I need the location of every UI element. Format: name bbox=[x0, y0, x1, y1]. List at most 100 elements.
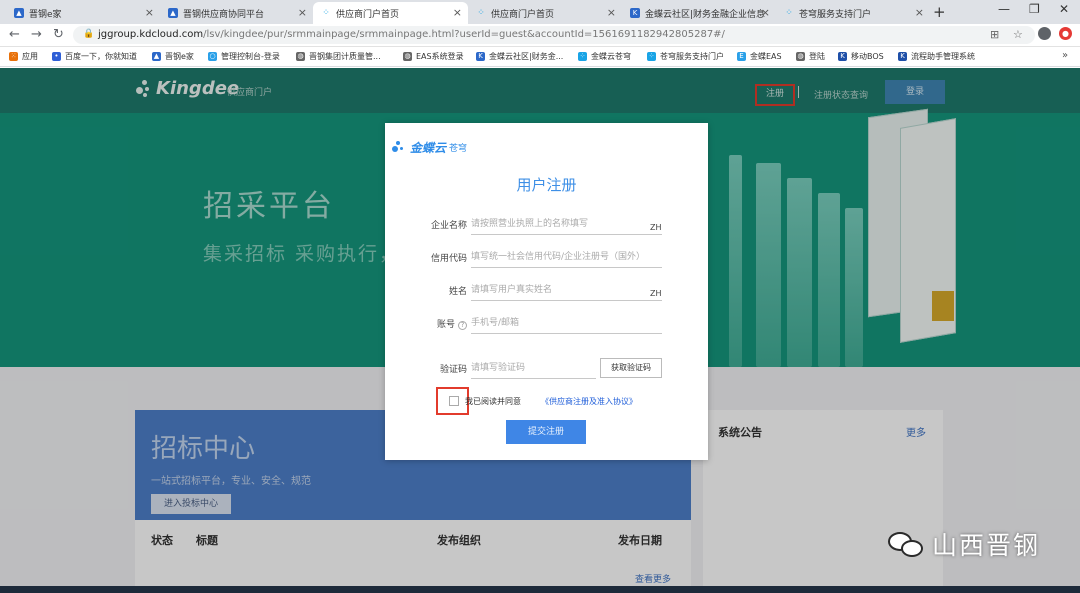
bookmark-item[interactable]: ⁙ 应用 bbox=[9, 51, 38, 62]
tab-title: 苍穹服务支持门户 bbox=[799, 9, 872, 20]
forward-icon[interactable]: → bbox=[31, 27, 42, 42]
site-favicon-icon: ▲ bbox=[152, 52, 161, 61]
bookmark-item[interactable]: K 金蝶云社区|财务金... bbox=[476, 51, 563, 62]
browser-toolbar: ← → ↻ 🔒 jggroup.kdcloud.com/lsv/kingdee/… bbox=[0, 24, 1080, 47]
field-label: 姓名 bbox=[448, 287, 467, 297]
bookmark-item[interactable]: ○ 管理控制台-登录 bbox=[208, 51, 280, 62]
close-icon[interactable]: × bbox=[915, 6, 924, 19]
bookmark-item[interactable]: E 金蝶EAS bbox=[737, 51, 782, 62]
bookmark-item[interactable]: ⁘ 金蝶云苍穹 bbox=[578, 51, 631, 62]
browser-tab[interactable]: K 金蝶云社区|财务金融企业信息 × bbox=[622, 2, 776, 24]
browser-tab[interactable]: ⁘ 供应商门户首页 × bbox=[468, 2, 622, 24]
bookmarks-overflow-icon[interactable]: » bbox=[1062, 50, 1068, 61]
language-suffix[interactable]: ZH bbox=[650, 223, 662, 232]
site-favicon-icon: ▲ bbox=[14, 8, 24, 18]
agreement-link[interactable]: 《供应商注册及准入协议》 bbox=[541, 396, 637, 407]
bookmark-label: 金蝶云社区|财务金... bbox=[489, 52, 564, 61]
register-dialog: 金蝶云 苍穹 用户注册 企业名称 ZH 信用代码 姓名 ZH 账号? 验证码 获… bbox=[385, 123, 708, 460]
logo-sub: 苍穹 bbox=[449, 144, 468, 154]
lock-icon: 🔒 bbox=[83, 29, 95, 39]
close-icon[interactable]: × bbox=[298, 6, 307, 19]
submit-register-button[interactable]: 提交注册 bbox=[506, 420, 586, 444]
globe-icon: ◍ bbox=[296, 52, 305, 61]
verification-code-input[interactable] bbox=[471, 357, 596, 379]
close-icon[interactable]: × bbox=[761, 6, 770, 19]
bookmark-item[interactable]: • 百度一下，你就知道 bbox=[52, 51, 137, 62]
bookmark-label: 晋钢e家 bbox=[165, 52, 194, 61]
credit-code-input[interactable] bbox=[471, 246, 662, 268]
globe-icon: ◍ bbox=[796, 52, 805, 61]
field-label: 信用代码 bbox=[430, 254, 467, 264]
field-label-with-help: 账号? bbox=[437, 317, 467, 330]
kingdee-icon: K bbox=[838, 52, 847, 61]
close-icon[interactable]: × bbox=[453, 6, 462, 19]
tab-title: 供应商门户首页 bbox=[336, 9, 400, 20]
account-row: 账号? bbox=[385, 312, 708, 336]
maximize-icon[interactable]: ❐ bbox=[1029, 2, 1040, 16]
reload-icon[interactable]: ↻ bbox=[53, 27, 64, 42]
bookmark-item[interactable]: ◍ EAS系统登录 bbox=[403, 51, 464, 62]
kingdee-cloud-icon: ⁘ bbox=[647, 52, 656, 61]
tab-title: 供应商门户首页 bbox=[491, 9, 555, 20]
kingdee-icon: K bbox=[898, 52, 907, 61]
tab-title: 金蝶云社区|财务金融企业信息 bbox=[645, 9, 766, 20]
url-text[interactable]: jggroup.kdcloud.com/lsv/kingdee/pur/srmm… bbox=[98, 29, 725, 40]
browser-tab-strip: ▲ 晋钢e家 × ▲ 晋钢供应商协同平台 × ⁘ 供应商门户首页 × ⁘ 供应商… bbox=[0, 0, 1080, 24]
star-icon[interactable]: ☆ bbox=[1013, 28, 1023, 41]
field-label: 验证码 bbox=[439, 365, 467, 375]
profile-avatar[interactable] bbox=[1038, 27, 1051, 40]
watermark-text: 山西晋钢 bbox=[932, 531, 1041, 560]
back-icon[interactable]: ← bbox=[9, 27, 20, 42]
wechat-icon bbox=[888, 530, 926, 558]
company-name-input[interactable] bbox=[471, 213, 662, 235]
bookmark-item[interactable]: K 流程助手管理系统 bbox=[898, 51, 975, 62]
tab-title: 晋钢e家 bbox=[29, 9, 62, 20]
eas-icon: E bbox=[737, 52, 746, 61]
bookmark-label: EAS系统登录 bbox=[416, 52, 464, 61]
browser-tab[interactable]: ▲ 晋钢e家 × bbox=[6, 2, 160, 24]
browser-tab-active[interactable]: ⁘ 供应商门户首页 × bbox=[313, 2, 468, 24]
name-row: 姓名 ZH bbox=[385, 279, 708, 303]
logo-text: 金蝶云 bbox=[410, 141, 447, 155]
wechat-watermark: 山西晋钢 bbox=[888, 526, 1040, 562]
bookmark-item[interactable]: ◍ 登陆 bbox=[796, 51, 825, 62]
company-name-row: 企业名称 ZH bbox=[385, 213, 708, 237]
minimize-icon[interactable]: — bbox=[998, 2, 1010, 16]
browser-tab[interactable]: ⁘ 苍穹服务支持门户 × bbox=[776, 2, 930, 24]
bookmark-item[interactable]: ◍ 晋钢集团计质量管... bbox=[296, 51, 381, 62]
cloud-icon: ○ bbox=[208, 52, 217, 61]
kingdee-icon: K bbox=[476, 52, 485, 61]
new-tab-icon[interactable]: + bbox=[933, 3, 946, 21]
bookmark-label: 管理控制台-登录 bbox=[221, 52, 280, 61]
baidu-icon: • bbox=[52, 52, 61, 61]
page: ▲ 晋钢e家 × ▲ 晋钢供应商协同平台 × ⁘ 供应商门户首页 × ⁘ 供应商… bbox=[0, 0, 1080, 593]
dialog-logo: 金蝶云 苍穹 bbox=[392, 139, 467, 156]
translate-icon[interactable]: ⊞ bbox=[990, 28, 999, 41]
bookmark-item[interactable]: K 移动BOS bbox=[838, 51, 884, 62]
help-icon[interactable]: ? bbox=[458, 321, 467, 330]
close-icon[interactable]: × bbox=[607, 6, 616, 19]
name-input[interactable] bbox=[471, 279, 662, 301]
tab-title: 晋钢供应商协同平台 bbox=[183, 9, 265, 20]
browser-tab[interactable]: ▲ 晋钢供应商协同平台 × bbox=[160, 2, 313, 24]
agreement-row: 我已阅读并同意 《供应商注册及准入协议》 bbox=[385, 387, 708, 415]
url-path: /lsv/kingdee/pur/srmmainpage/srmmainpage… bbox=[203, 29, 725, 40]
bookmark-item[interactable]: ▲ 晋钢e家 bbox=[152, 51, 194, 62]
close-icon[interactable]: × bbox=[145, 6, 154, 19]
kingdee-cloud-logo-icon bbox=[392, 140, 408, 155]
bookmarks-bar: ⁙ 应用 • 百度一下，你就知道 ▲ 晋钢e家 ○ 管理控制台-登录 ◍ 晋钢集团计质量管… bbox=[0, 47, 1080, 67]
window-close-icon[interactable]: ✕ bbox=[1059, 2, 1069, 16]
bookmark-item[interactable]: ⁘ 苍穹服务支持门户 bbox=[647, 51, 724, 62]
extension-icon[interactable]: ● bbox=[1059, 27, 1072, 40]
get-code-button[interactable]: 获取验证码 bbox=[600, 358, 662, 378]
bookmark-label: 百度一下，你就知道 bbox=[65, 52, 137, 61]
bookmark-label: 金蝶EAS bbox=[750, 52, 782, 61]
account-input[interactable] bbox=[471, 312, 662, 334]
address-bar[interactable]: 🔒 jggroup.kdcloud.com/lsv/kingdee/pur/sr… bbox=[73, 26, 1035, 44]
os-taskbar bbox=[0, 586, 1080, 593]
language-suffix[interactable]: ZH bbox=[650, 289, 662, 298]
dialog-title: 用户注册 bbox=[516, 176, 577, 194]
globe-icon: ◍ bbox=[403, 52, 412, 61]
bookmark-label: 金蝶云苍穹 bbox=[591, 52, 631, 61]
bookmark-label: 流程助手管理系统 bbox=[911, 52, 975, 61]
